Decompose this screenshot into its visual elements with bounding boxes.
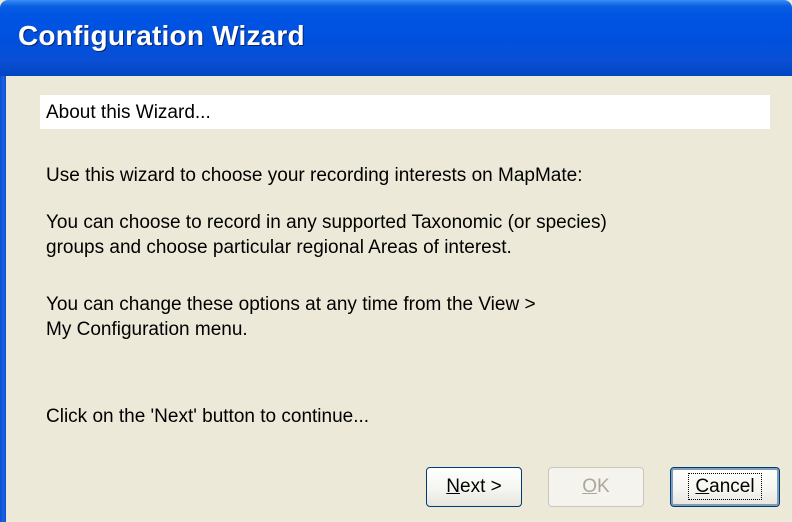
window-title: Configuration Wizard: [18, 20, 305, 51]
section-heading-box: About this Wizard...: [40, 95, 770, 129]
options-text-line2: My Configuration menu.: [46, 319, 248, 340]
options-text-line1: You can change these options at any time…: [46, 294, 536, 315]
next-button-label: Next >: [446, 476, 502, 497]
next-button[interactable]: Next >: [426, 467, 522, 507]
taxonomic-text-line1: You can choose to record in any supporte…: [46, 212, 607, 233]
ok-button[interactable]: OK: [548, 467, 644, 507]
title-bar[interactable]: Configuration Wizard: [0, 0, 792, 76]
cancel-button-label: Cancel: [688, 473, 762, 500]
cancel-button[interactable]: Cancel: [670, 467, 780, 507]
taxonomic-text-line2: groups and choose particular regional Ar…: [46, 237, 512, 258]
ok-button-label: OK: [582, 476, 610, 497]
configuration-wizard-dialog: Configuration Wizard About this Wizard..…: [0, 0, 792, 522]
section-heading: About this Wizard...: [46, 102, 211, 123]
window-frame-left: [0, 76, 6, 522]
intro-text: Use this wizard to choose your recording…: [46, 165, 583, 186]
continue-text: Click on the 'Next' button to continue..…: [46, 406, 370, 427]
